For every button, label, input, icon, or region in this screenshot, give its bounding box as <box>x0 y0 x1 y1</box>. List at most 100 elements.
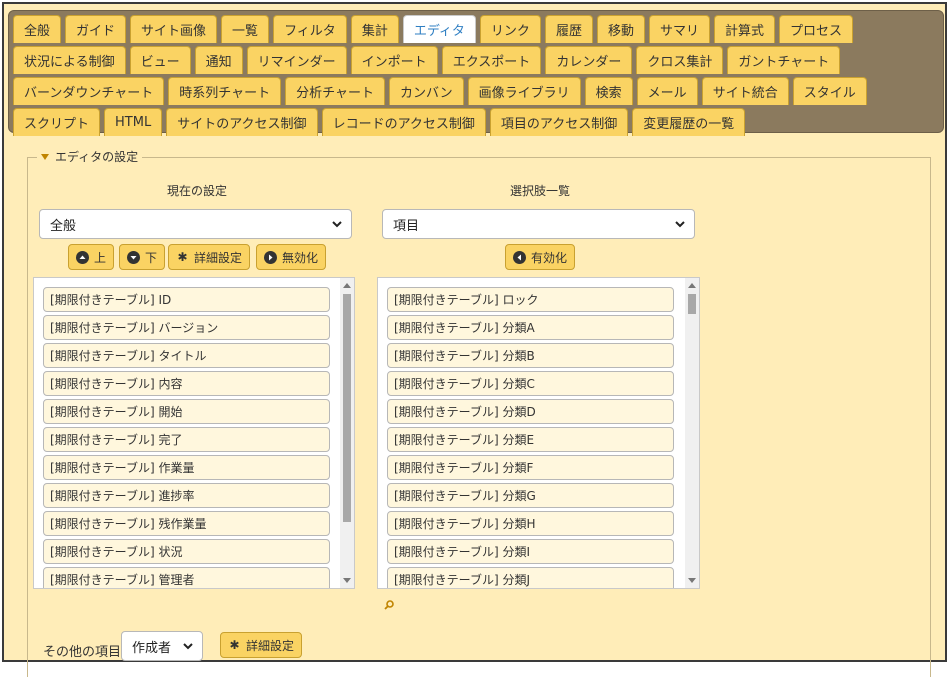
list-item[interactable]: [期限付きテーブル] 開始 <box>43 399 330 424</box>
list-item[interactable]: [期限付きテーブル] 残作業量 <box>43 511 330 536</box>
tab-row2-2[interactable]: 通知 <box>194 46 243 74</box>
tab-row3-1[interactable]: 時系列チャート <box>168 77 282 105</box>
list-item[interactable]: [期限付きテーブル] バージョン <box>43 315 330 340</box>
disable-button[interactable]: 無効化 <box>256 244 327 270</box>
move-down-button[interactable]: 下 <box>119 244 166 270</box>
tab-row2-5[interactable]: エクスポート <box>441 46 542 74</box>
list-item[interactable]: [期限付きテーブル] 分類E <box>387 427 674 452</box>
gear-icon: ✱ <box>229 638 240 652</box>
tab-row3-6[interactable]: メール <box>636 77 698 105</box>
options-list-title: 選択肢一覧 <box>509 184 570 198</box>
editor-settings-frame: 全般 ガイド サイト画像 一覧 フィルタ 集計 エディタ リンク 履歴 移動 サマリ 計算式 プロセス … <box>2 2 947 677</box>
tab-row1-3[interactable]: 一覧 <box>221 15 270 43</box>
current-list-scroll-thumb[interactable] <box>343 294 351 522</box>
tab-row2-8[interactable]: ガントチャート <box>727 46 841 74</box>
disable-label: 無効化 <box>282 250 319 265</box>
list-item[interactable]: [期限付きテーブル] 分類H <box>387 511 674 536</box>
tab-row2-1[interactable]: ビュー <box>129 46 191 74</box>
move-up-label: 上 <box>94 250 107 265</box>
tab-row3-5[interactable]: 検索 <box>584 77 633 105</box>
tab-row4-2[interactable]: サイトのアクセス制御 <box>166 108 318 136</box>
legend-label: エディタの設定 <box>55 150 139 164</box>
arrow-up-circle-icon <box>76 250 89 264</box>
tab-row1-6[interactable]: エディタ <box>402 15 476 43</box>
scroll-up-icon[interactable] <box>688 283 696 288</box>
tab-row1-1[interactable]: ガイド <box>65 15 127 43</box>
list-item[interactable]: [期限付きテーブル] 作業量 <box>43 455 330 480</box>
options-list-scroll-thumb[interactable] <box>688 294 696 314</box>
other-items-label: その他の項目 <box>43 645 122 660</box>
list-item[interactable]: [期限付きテーブル] タイトル <box>43 343 330 368</box>
tab-row1-4[interactable]: フィルタ <box>273 15 347 43</box>
scroll-down-icon[interactable] <box>343 578 351 583</box>
list-item[interactable]: [期限付きテーブル] 進捗率 <box>43 483 330 508</box>
list-item[interactable]: [期限付きテーブル] 分類A <box>387 315 674 340</box>
list-item[interactable]: [期限付きテーブル] 内容 <box>43 371 330 396</box>
chevron-down-icon <box>675 221 685 228</box>
arrow-down-circle-icon <box>127 250 140 264</box>
list-item[interactable]: [期限付きテーブル] 完了 <box>43 427 330 452</box>
search-icon[interactable] <box>384 600 394 610</box>
tab-row1-9[interactable]: 移動 <box>596 15 645 43</box>
list-item[interactable]: [期限付きテーブル] ロック <box>387 287 674 312</box>
list-item[interactable]: [期限付きテーブル] 分類D <box>387 399 674 424</box>
options-select[interactable]: 項目 <box>382 209 695 239</box>
list-item[interactable]: [期限付きテーブル] 管理者 <box>43 567 330 588</box>
tab-row3-0[interactable]: バーンダウンチャート <box>13 77 165 105</box>
tab-row2-0[interactable]: 状況による制御 <box>13 46 126 74</box>
tab-row1-0[interactable]: 全般 <box>13 15 62 43</box>
tab-row2-3[interactable]: リマインダー <box>246 46 347 74</box>
enable-label: 有効化 <box>531 250 568 265</box>
list-item[interactable]: [期限付きテーブル] 分類F <box>387 455 674 480</box>
options-list-scrollbar[interactable] <box>685 278 699 588</box>
tab-row1-12[interactable]: プロセス <box>779 15 854 43</box>
chevron-down-icon <box>183 643 193 650</box>
tab-row1-10[interactable]: サマリ <box>648 15 710 43</box>
tab-row4-1[interactable]: HTML <box>104 108 163 136</box>
other-items-select[interactable]: 作成者 <box>121 631 203 661</box>
other-items-select-value: 作成者 <box>132 640 172 656</box>
collapse-triangle-icon <box>41 153 49 160</box>
scroll-up-icon[interactable] <box>343 283 351 288</box>
editor-settings-legend[interactable]: エディタの設定 <box>37 148 143 165</box>
tab-row-2: 状況による制御 ビュー 通知 リマインダー インポート エクスポート カレンダー クロス集計ガ… <box>13 46 844 76</box>
tab-row1-2[interactable]: サイト画像 <box>130 15 218 43</box>
list-item[interactable]: [期限付きテーブル] 分類I <box>387 539 674 564</box>
tab-row3-4[interactable]: 画像ライブラリ <box>467 77 581 105</box>
tab-row4-4[interactable]: 項目のアクセス制御 <box>489 108 629 136</box>
tab-row1-7[interactable]: リンク <box>479 15 541 43</box>
tab-row1-8[interactable]: 履歴 <box>544 15 593 43</box>
detail-settings-button[interactable]: ✱ 詳細設定 <box>168 244 251 270</box>
arrow-right-circle-icon <box>264 250 277 264</box>
tab-row3-3[interactable]: カンバン <box>388 77 464 105</box>
current-list-scrollbar[interactable] <box>340 278 354 588</box>
list-item[interactable]: [期限付きテーブル] 分類J <box>387 567 674 588</box>
tab-row-3: バーンダウンチャート 時系列チャート 分析チャート カンバン 画像ライブラリ 検索 メールサ… <box>13 77 871 107</box>
enable-button[interactable]: 有効化 <box>505 244 576 270</box>
current-settings-list[interactable]: [期限付きテーブル] ID [期限付きテーブル] バージョン [期限付きテーブル] … <box>33 277 355 589</box>
tab-row4-3[interactable]: レコードのアクセス制御 <box>321 108 486 136</box>
list-item[interactable]: [期限付きテーブル] ID <box>43 287 330 312</box>
tab-row1-11[interactable]: 計算式 <box>713 15 775 43</box>
tab-row3-2[interactable]: 分析チャート <box>285 77 385 105</box>
list-item[interactable]: [期限付きテーブル] 状況 <box>43 539 330 564</box>
tab-row-4: スクリプト HTML サイトのアクセス制御 レコードのアクセス制御 項目のアクセス制御変… <box>13 108 749 138</box>
move-up-button[interactable]: 上 <box>68 244 115 270</box>
other-detail-settings-button[interactable]: ✱ 詳細設定 <box>220 632 303 658</box>
gear-icon: ✱ <box>177 250 188 264</box>
current-settings-select[interactable]: 全般 <box>39 209 352 239</box>
tab-row2-7[interactable]: クロス集計 <box>636 46 724 74</box>
list-item[interactable]: [期限付きテーブル] 分類C <box>387 371 674 396</box>
tab-row3-8[interactable]: スタイル <box>792 77 867 105</box>
detail-settings-label: 詳細設定 <box>194 250 243 265</box>
tab-row4-0[interactable]: スクリプト <box>13 108 101 136</box>
tab-row2-4[interactable]: インポート <box>350 46 438 74</box>
options-list[interactable]: [期限付きテーブル] ロック [期限付きテーブル] 分類A [期限付きテーブル] 分… <box>377 277 700 589</box>
tab-row2-6[interactable]: カレンダー <box>545 46 633 74</box>
tab-row1-5[interactable]: 集計 <box>350 15 399 43</box>
tab-row4-5[interactable]: 変更履歴の一覧 <box>632 108 746 136</box>
list-item[interactable]: [期限付きテーブル] 分類G <box>387 483 674 508</box>
tab-row3-7[interactable]: サイト統合 <box>701 77 789 105</box>
list-item[interactable]: [期限付きテーブル] 分類B <box>387 343 674 368</box>
scroll-down-icon[interactable] <box>688 578 696 583</box>
